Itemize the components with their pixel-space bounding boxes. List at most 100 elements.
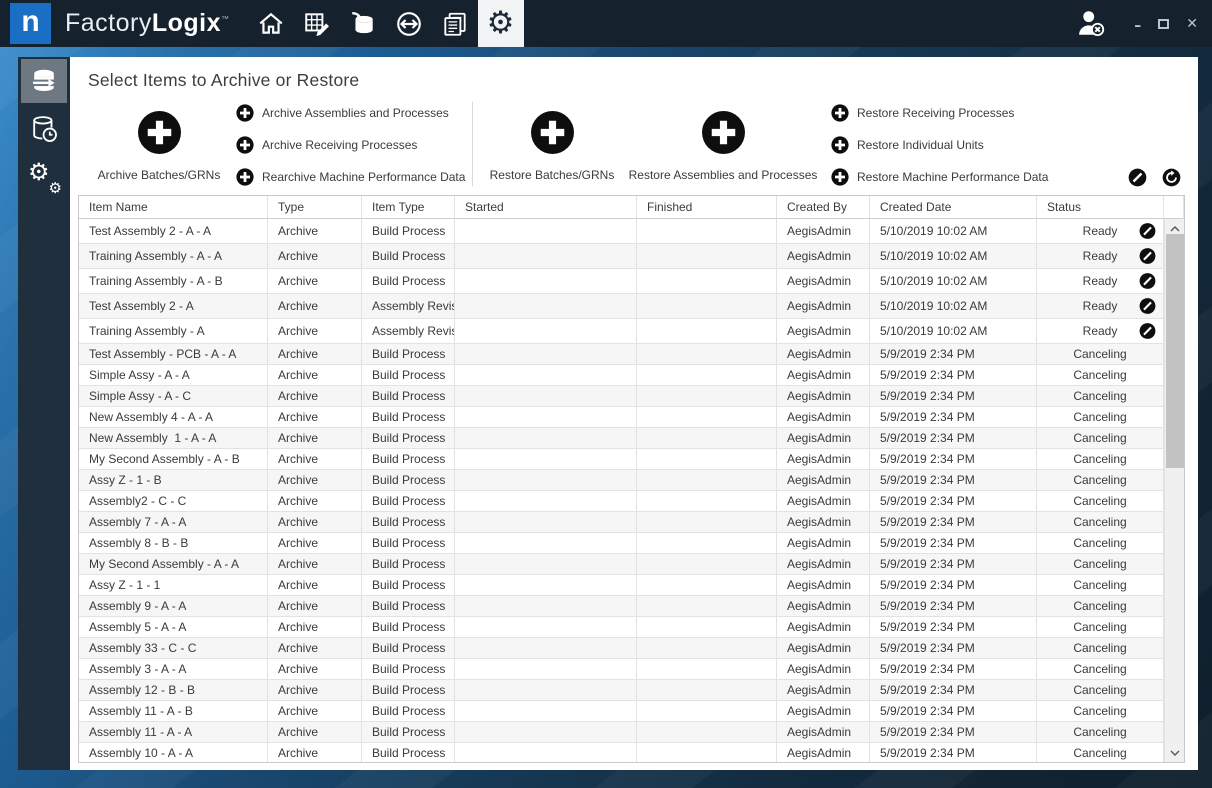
scroll-down-icon[interactable] <box>1165 745 1184 760</box>
cell-item-name: Assembly 8 - B - B <box>79 533 268 554</box>
table-row[interactable]: Assy Z - 1 - BArchiveBuild ProcessAegisA… <box>79 470 1164 491</box>
restore-individual-units-button[interactable]: Restore Individual Units <box>831 135 1048 154</box>
nav-documents[interactable] <box>432 0 478 47</box>
archive-batches-button[interactable]: Archive Batches/GRNs <box>80 110 238 182</box>
table-row[interactable]: Assembly 8 - B - BArchiveBuild ProcessAe… <box>79 533 1164 554</box>
restore-batches-button[interactable]: Restore Batches/GRNs <box>473 110 631 182</box>
cell-created-date: 5/9/2019 2:34 PM <box>870 743 1037 762</box>
col-item-type[interactable]: Item Type <box>362 196 455 219</box>
nav-data-management[interactable] <box>340 0 386 47</box>
nav-settings[interactable]: ⚙ <box>478 0 524 47</box>
rearchive-machine-performance-button[interactable]: Rearchive Machine Performance Data <box>236 167 465 186</box>
grid-pencil-icon <box>303 10 331 38</box>
col-type[interactable]: Type <box>268 196 362 219</box>
cancel-icon[interactable] <box>1139 298 1156 315</box>
cell-status: Canceling <box>1037 596 1164 617</box>
refresh-icon[interactable] <box>1162 168 1181 187</box>
cell-started <box>455 575 637 596</box>
table-row[interactable]: Simple Assy - A - CArchiveBuild ProcessA… <box>79 386 1164 407</box>
cell-created-date: 5/9/2019 2:34 PM <box>870 344 1037 365</box>
restore-assemblies-button[interactable]: Restore Assemblies and Processes <box>630 110 816 182</box>
table-row[interactable]: New Assembly 4 - A - AArchiveBuild Proce… <box>79 407 1164 428</box>
cell-finished <box>637 722 777 743</box>
vertical-scrollbar[interactable] <box>1164 219 1184 762</box>
sidebar-item-archive-schedule[interactable] <box>21 107 67 151</box>
cancel-all-icon[interactable] <box>1128 168 1147 187</box>
cell-started <box>455 491 637 512</box>
restore-receiving-button[interactable]: Restore Receiving Processes <box>831 103 1048 122</box>
status-text: Canceling <box>1073 746 1126 760</box>
table-row[interactable]: Simple Assy - A - AArchiveBuild ProcessA… <box>79 365 1164 386</box>
col-finished[interactable]: Finished <box>637 196 777 219</box>
table-row[interactable]: Test Assembly 2 - A - AArchiveBuild Proc… <box>79 219 1164 244</box>
cell-status: Ready <box>1037 244 1164 269</box>
table-row[interactable]: Assembly 11 - A - BArchiveBuild ProcessA… <box>79 701 1164 722</box>
cancel-icon[interactable] <box>1139 323 1156 340</box>
col-status[interactable]: Status <box>1037 196 1164 219</box>
brand-name: FactoryLogix™ <box>65 9 230 38</box>
add-circle-icon <box>831 136 849 154</box>
table-row[interactable]: Test Assembly - PCB - A - AArchiveBuild … <box>79 344 1164 365</box>
cell-created-date: 5/10/2019 10:02 AM <box>870 219 1037 244</box>
gear-icon: ⚙ <box>487 8 515 39</box>
table-row[interactable]: Assembly 9 - A - AArchiveBuild ProcessAe… <box>79 596 1164 617</box>
table-row[interactable]: My Second Assembly - A - AArchiveBuild P… <box>79 554 1164 575</box>
cell-type: Archive <box>268 722 362 743</box>
cell-status: Canceling <box>1037 491 1164 512</box>
cell-status: Canceling <box>1037 386 1164 407</box>
col-created-by[interactable]: Created By <box>777 196 870 219</box>
table-row[interactable]: Assembly 33 - C - CArchiveBuild ProcessA… <box>79 638 1164 659</box>
cell-started <box>455 680 637 701</box>
nav-npi-editor[interactable] <box>294 0 340 47</box>
table-row[interactable]: Assembly2 - C - CArchiveBuild ProcessAeg… <box>79 491 1164 512</box>
app-logo: n <box>10 3 51 44</box>
cell-item-type: Build Process <box>362 470 455 491</box>
table-row[interactable]: Assembly 5 - A - AArchiveBuild ProcessAe… <box>79 617 1164 638</box>
database-transfer-icon <box>29 66 59 96</box>
cancel-icon[interactable] <box>1139 273 1156 290</box>
user-logout-icon[interactable] <box>1074 7 1108 41</box>
col-created-date[interactable]: Created Date <box>870 196 1037 219</box>
table-row[interactable]: Training Assembly - A - AArchiveBuild Pr… <box>79 244 1164 269</box>
scrollbar-thumb[interactable] <box>1166 234 1184 468</box>
cell-finished <box>637 386 777 407</box>
restore-machine-performance-button[interactable]: Restore Machine Performance Data <box>831 167 1048 186</box>
table-row[interactable]: Assembly 7 - A - AArchiveBuild ProcessAe… <box>79 512 1164 533</box>
cell-created-by: AegisAdmin <box>777 428 870 449</box>
sidebar-item-archive-restore[interactable] <box>21 59 67 103</box>
col-started[interactable]: Started <box>455 196 637 219</box>
nav-home[interactable] <box>248 0 294 47</box>
cell-type: Archive <box>268 638 362 659</box>
cell-started <box>455 365 637 386</box>
archive-receiving-button[interactable]: Archive Receiving Processes <box>236 135 465 154</box>
cancel-icon[interactable] <box>1139 223 1156 240</box>
cancel-icon[interactable] <box>1139 248 1156 265</box>
archive-assemblies-button[interactable]: Archive Assemblies and Processes <box>236 103 465 122</box>
table-row[interactable]: Assy Z - 1 - 1ArchiveBuild ProcessAegisA… <box>79 575 1164 596</box>
table-row[interactable]: Assembly 10 - A - AArchiveBuild ProcessA… <box>79 743 1164 762</box>
sidebar-item-archive-settings[interactable]: ⚙⚙ <box>21 155 67 199</box>
cell-finished <box>637 470 777 491</box>
cell-started <box>455 554 637 575</box>
table-row[interactable]: Test Assembly 2 - AArchiveAssembly Revis… <box>79 294 1164 319</box>
maximize-button[interactable] <box>1158 19 1169 29</box>
cell-type: Archive <box>268 617 362 638</box>
minimize-button[interactable]: – <box>1134 19 1141 33</box>
cell-finished <box>637 533 777 554</box>
status-text: Ready <box>1083 299 1118 313</box>
table-row[interactable]: Assembly 11 - A - AArchiveBuild ProcessA… <box>79 722 1164 743</box>
col-item-name[interactable]: Item Name <box>79 196 268 219</box>
table-row[interactable]: Training Assembly - A - BArchiveBuild Pr… <box>79 269 1164 294</box>
cell-created-by: AegisAdmin <box>777 680 870 701</box>
nav-logistics[interactable] <box>386 0 432 47</box>
table-row[interactable]: Training Assembly - AArchiveAssembly Rev… <box>79 319 1164 344</box>
table-row[interactable]: Assembly 3 - A - AArchiveBuild ProcessAe… <box>79 659 1164 680</box>
close-button[interactable]: ✕ <box>1186 17 1198 31</box>
titlebar-right: – ✕ <box>1074 7 1198 41</box>
cell-created-by: AegisAdmin <box>777 701 870 722</box>
cell-finished <box>637 365 777 386</box>
table-row[interactable]: Assembly 12 - B - BArchiveBuild ProcessA… <box>79 680 1164 701</box>
table-row[interactable]: My Second Assembly - A - BArchiveBuild P… <box>79 449 1164 470</box>
table-row[interactable]: New Assembly 1 - A - AArchiveBuild Proce… <box>79 428 1164 449</box>
cell-item-name: Simple Assy - A - C <box>79 386 268 407</box>
